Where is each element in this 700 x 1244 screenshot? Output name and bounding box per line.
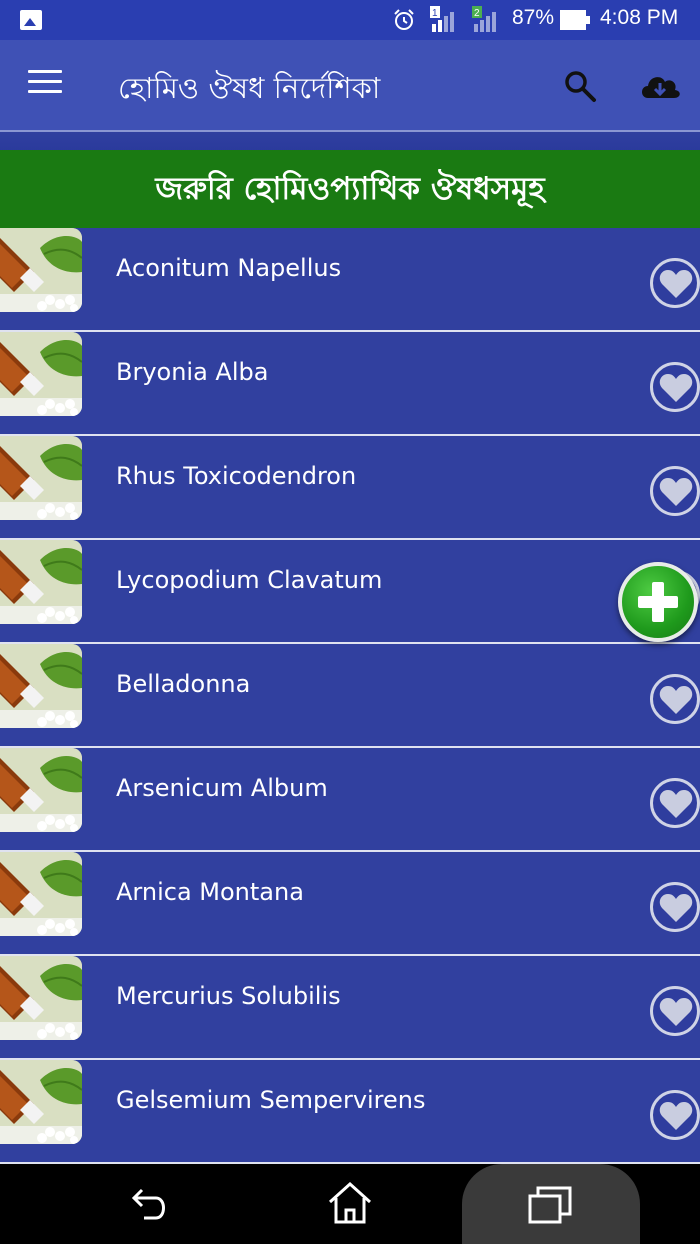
list-item[interactable]: Mercurius Solubilis bbox=[0, 956, 700, 1060]
favorite-heart-icon[interactable] bbox=[650, 674, 700, 724]
system-nav-bar bbox=[0, 1164, 700, 1244]
list-item[interactable]: Bryonia Alba bbox=[0, 332, 700, 436]
status-bar: 1 2 87% 4:08 PM bbox=[0, 0, 700, 40]
list-item[interactable]: Belladonna bbox=[0, 644, 700, 748]
medicine-name: Arsenicum Album bbox=[116, 774, 328, 802]
medicine-name: Belladonna bbox=[116, 670, 251, 698]
recents-button[interactable] bbox=[462, 1164, 640, 1244]
favorite-heart-icon[interactable] bbox=[650, 1090, 700, 1140]
add-fab-button[interactable] bbox=[618, 562, 698, 642]
recents-icon bbox=[528, 1186, 572, 1224]
toolbar-divider bbox=[0, 132, 700, 152]
menu-button[interactable] bbox=[28, 70, 62, 98]
medicine-name: Rhus Toxicodendron bbox=[116, 462, 357, 490]
alarm-icon bbox=[394, 9, 414, 30]
medicine-list: Aconitum Napellus Bryonia Alba Rhus Toxi… bbox=[0, 228, 700, 1168]
list-item[interactable]: Lycopodium Clavatum bbox=[0, 540, 700, 644]
list-item[interactable]: Aconitum Napellus bbox=[0, 228, 700, 332]
favorite-heart-icon[interactable] bbox=[650, 362, 700, 412]
medicine-thumbnail bbox=[0, 1060, 82, 1144]
favorite-heart-icon[interactable] bbox=[650, 778, 700, 828]
status-time: 4:08 PM bbox=[600, 6, 679, 29]
signal-sim2-icon: 2 bbox=[472, 6, 496, 32]
list-item[interactable]: Arnica Montana bbox=[0, 852, 700, 956]
favorite-heart-icon[interactable] bbox=[650, 986, 700, 1036]
favorite-heart-icon[interactable] bbox=[650, 466, 700, 516]
menu-icon bbox=[28, 70, 62, 73]
list-item[interactable]: Gelsemium Sempervirens bbox=[0, 1060, 700, 1164]
medicine-thumbnail bbox=[0, 228, 82, 312]
medicine-name: Arnica Montana bbox=[116, 878, 304, 906]
favorite-heart-icon[interactable] bbox=[650, 882, 700, 932]
medicine-name: Gelsemium Sempervirens bbox=[116, 1086, 426, 1114]
home-icon bbox=[328, 1182, 372, 1224]
svg-text:2: 2 bbox=[474, 8, 480, 19]
medicine-name: Mercurius Solubilis bbox=[116, 982, 341, 1010]
list-item[interactable]: Rhus Toxicodendron bbox=[0, 436, 700, 540]
list-item[interactable]: Arsenicum Album bbox=[0, 748, 700, 852]
app-screen: 1 2 87% 4:08 PM হোমিও ঔষধ নির্দেশিকা জরু… bbox=[0, 0, 700, 1244]
medicine-thumbnail bbox=[0, 956, 82, 1040]
back-icon bbox=[131, 1188, 165, 1220]
medicine-name: Lycopodium Clavatum bbox=[116, 566, 383, 594]
medicine-thumbnail bbox=[0, 436, 82, 520]
signal-sim1-icon: 1 bbox=[430, 6, 454, 32]
medicine-name: Bryonia Alba bbox=[116, 358, 269, 386]
medicine-thumbnail bbox=[0, 540, 82, 624]
favorite-heart-icon[interactable] bbox=[650, 258, 700, 308]
svg-text:1: 1 bbox=[432, 8, 438, 19]
home-button[interactable] bbox=[310, 1164, 390, 1244]
section-header: জরুরি হোমিওপ্যাথিক ঔষধসমূহ bbox=[0, 150, 700, 228]
medicine-name: Aconitum Napellus bbox=[116, 254, 342, 282]
search-icon[interactable] bbox=[562, 68, 598, 104]
page-title: হোমিও ঔষধ নির্দেশিকা bbox=[118, 71, 381, 105]
medicine-thumbnail bbox=[0, 644, 82, 728]
cloud-download-icon[interactable] bbox=[638, 68, 682, 104]
section-title: জরুরি হোমিওপ্যাথিক ঔষধসমূহ bbox=[155, 171, 545, 207]
back-button[interactable] bbox=[110, 1164, 190, 1244]
image-icon bbox=[20, 10, 42, 30]
medicine-thumbnail bbox=[0, 852, 82, 936]
battery-percentage: 87% bbox=[512, 6, 555, 29]
battery-icon bbox=[560, 10, 590, 30]
app-toolbar: হোমিও ঔষধ নির্দেশিকা bbox=[0, 40, 700, 132]
medicine-thumbnail bbox=[0, 748, 82, 832]
medicine-thumbnail bbox=[0, 332, 82, 416]
